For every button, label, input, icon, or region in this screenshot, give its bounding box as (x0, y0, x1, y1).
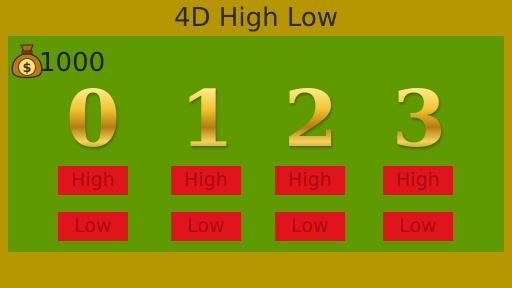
low-button-4[interactable]: Low (383, 212, 453, 241)
game-title: 4D High Low (173, 3, 339, 33)
high-button-3[interactable]: High (275, 166, 345, 195)
digit-4: 3 (374, 81, 464, 159)
digit-3: 2 (266, 81, 356, 159)
top-bar: 4D High Low (0, 0, 512, 36)
digit-1: 0 (48, 81, 138, 159)
game-board: $ 1000 0 1 2 3 High High High High Low L… (8, 36, 504, 252)
svg-text:$: $ (22, 61, 31, 76)
high-button-2[interactable]: High (171, 166, 241, 195)
digit-2: 1 (162, 81, 252, 159)
low-button-3[interactable]: Low (275, 212, 345, 241)
bottom-bar (0, 252, 512, 288)
low-button-1[interactable]: Low (58, 212, 128, 241)
high-button-4[interactable]: High (383, 166, 453, 195)
high-button-1[interactable]: High (58, 166, 128, 195)
low-button-2[interactable]: Low (171, 212, 241, 241)
